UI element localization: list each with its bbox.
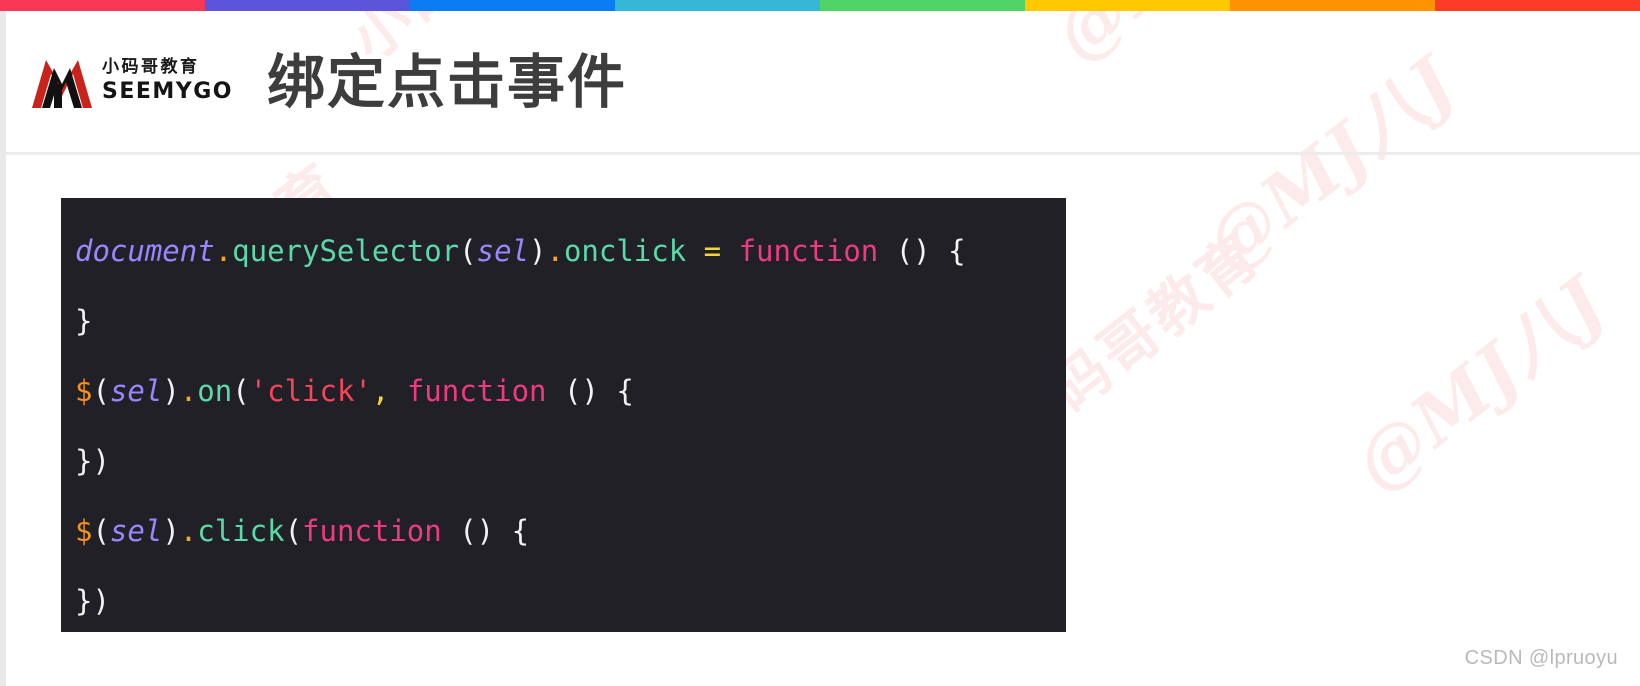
csdn-credit: CSDN @lpruoyu bbox=[1464, 647, 1618, 669]
code-token-plain: } bbox=[75, 304, 93, 338]
code-token-comma: , bbox=[371, 374, 390, 408]
code-token-plain: () { bbox=[546, 374, 634, 408]
code-token-dollar: $ bbox=[75, 514, 93, 548]
brand-logo: 小码哥教育 SEEMYGO bbox=[30, 54, 233, 110]
code-token-punc: . bbox=[179, 374, 198, 408]
code-token-plain: () { bbox=[878, 234, 966, 268]
code-token-var: document bbox=[75, 234, 215, 268]
code-token-kw: function bbox=[302, 514, 442, 548]
code-token-prop: querySelector bbox=[232, 234, 460, 268]
code-token-punc: . bbox=[546, 234, 564, 268]
code-token-plain: ) bbox=[162, 374, 180, 408]
code-line: document.querySelector(sel).onclick = fu… bbox=[61, 216, 1066, 286]
header-divider bbox=[6, 152, 1640, 155]
code-line: }) bbox=[61, 566, 1066, 632]
page-title: 绑定点击事件 bbox=[266, 48, 627, 116]
code-token-plain: ( bbox=[284, 514, 303, 548]
code-token-var: sel bbox=[109, 374, 163, 408]
color-accent-bar bbox=[0, 0, 1640, 11]
accent-bar-segment-indigo bbox=[205, 0, 410, 11]
accent-bar-segment-pink bbox=[0, 0, 205, 11]
code-token-plain: ( bbox=[459, 234, 477, 268]
code-line: }) bbox=[61, 426, 1066, 496]
code-token-prop: on bbox=[197, 374, 233, 408]
code-token-plain: ) bbox=[529, 234, 547, 268]
code-line: $(sel).on('click', function () { bbox=[61, 356, 1066, 426]
code-token-var: sel bbox=[109, 514, 163, 548]
code-token-plain: () { bbox=[441, 514, 530, 548]
code-token-op: = bbox=[703, 234, 722, 268]
slide-header: 小码哥教育 SEEMYGO 绑定点击事件 bbox=[6, 11, 1640, 153]
brand-logo-wordmark: 小码哥教育 SEEMYGO bbox=[102, 59, 233, 105]
code-token-var: sel bbox=[476, 234, 529, 268]
code-token-plain: ( bbox=[92, 374, 110, 408]
accent-bar-segment-yellow bbox=[1025, 0, 1230, 11]
code-token-plain: ( bbox=[92, 514, 110, 548]
code-token-kw: function bbox=[738, 234, 879, 268]
brand-name-cn: 小码哥教育 bbox=[102, 57, 200, 77]
code-snippet-block: document.querySelector(sel).onclick = fu… bbox=[61, 198, 1066, 632]
code-token-plain: }) bbox=[75, 584, 110, 618]
code-token-str: 'click' bbox=[249, 374, 372, 408]
code-token-plain: ) bbox=[162, 514, 180, 548]
accent-bar-segment-red bbox=[1435, 0, 1640, 11]
code-token-kw: function bbox=[406, 374, 547, 408]
seemygo-m-icon bbox=[30, 54, 94, 110]
accent-bar-segment-orange bbox=[1230, 0, 1435, 11]
brand-name-en: SEEMYGO bbox=[102, 79, 233, 104]
accent-bar-segment-cyan bbox=[615, 0, 820, 11]
code-token-dollar: $ bbox=[75, 374, 93, 408]
accent-bar-segment-green bbox=[820, 0, 1025, 11]
watermark-text: @MJ八J bbox=[1338, 260, 1622, 507]
slide-canvas: 小码哥教育小码哥教育@MJ八J小码哥教育@MJ八J小码哥教育@MJ八J小码哥教育… bbox=[0, 0, 1640, 686]
accent-bar-segment-blue bbox=[410, 0, 615, 11]
code-token-plain: }) bbox=[75, 444, 110, 478]
code-token-plain: ( bbox=[232, 374, 250, 408]
code-line: $(sel).click(function () { bbox=[61, 496, 1066, 566]
code-line: } bbox=[61, 286, 1066, 356]
code-token-prop: click bbox=[197, 514, 285, 548]
code-token-punc: . bbox=[179, 514, 198, 548]
code-token-punc: . bbox=[214, 234, 233, 268]
code-token-prop: onclick bbox=[563, 234, 687, 268]
